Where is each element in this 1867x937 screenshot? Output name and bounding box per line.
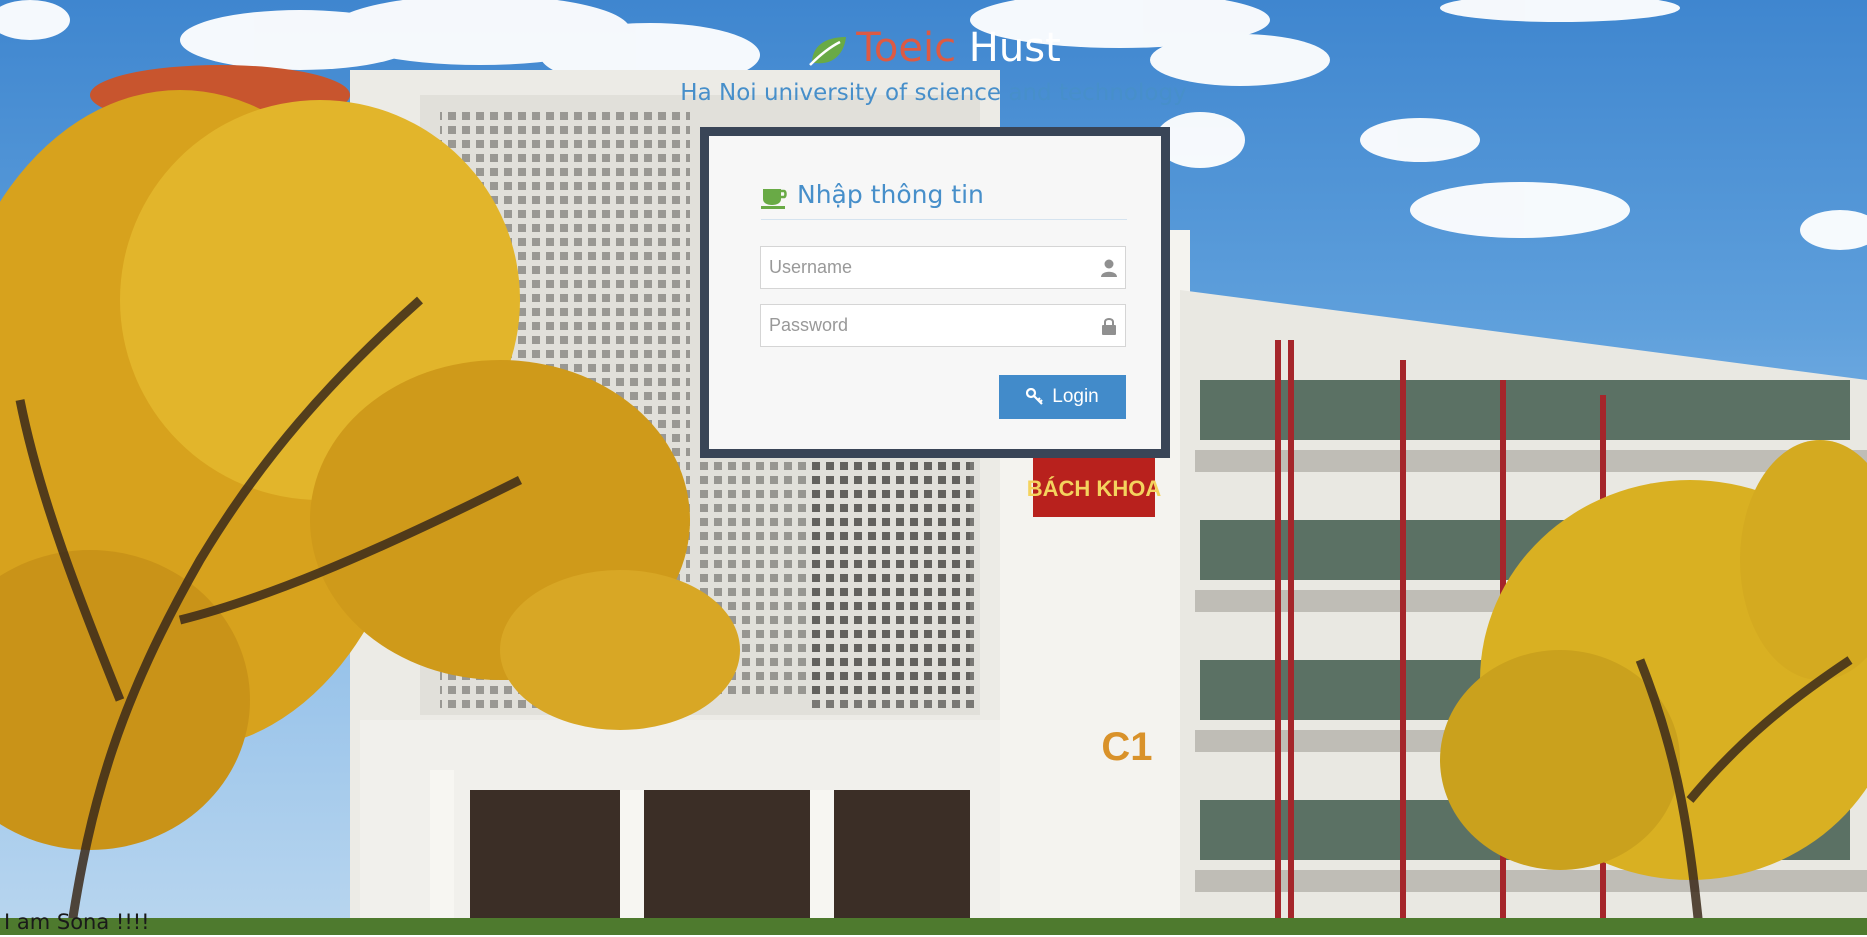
app-title-part1: Toeic (856, 25, 957, 71)
app-subtitle: Ha Noi university of science and technol… (680, 80, 1187, 106)
coffee-icon (761, 189, 787, 209)
password-input[interactable] (761, 305, 1125, 346)
login-box: Nhập thông tin Login (700, 127, 1170, 458)
app-title-part2: Hust (968, 25, 1061, 71)
login-panel: Nhập thông tin Login (709, 136, 1161, 449)
login-heading-text: Nhập thông tin (797, 180, 984, 209)
bach-khoa-sign-text: BÁCH KHOA (1027, 476, 1162, 501)
username-field-wrapper (760, 246, 1126, 289)
login-heading: Nhập thông tin (761, 180, 1127, 220)
key-icon (1026, 388, 1044, 405)
login-button[interactable]: Login (999, 375, 1126, 419)
login-button-label: Login (1052, 386, 1099, 407)
footer-text: I am Sona !!!! (4, 910, 150, 934)
user-icon (1101, 259, 1117, 277)
building-c1-label: C1 (1101, 725, 1152, 769)
password-field-wrapper (760, 304, 1126, 347)
lock-icon (1102, 318, 1116, 335)
app-title: Toeic Hust (0, 22, 1867, 74)
username-input[interactable] (761, 247, 1125, 288)
leaf-icon (809, 37, 847, 66)
